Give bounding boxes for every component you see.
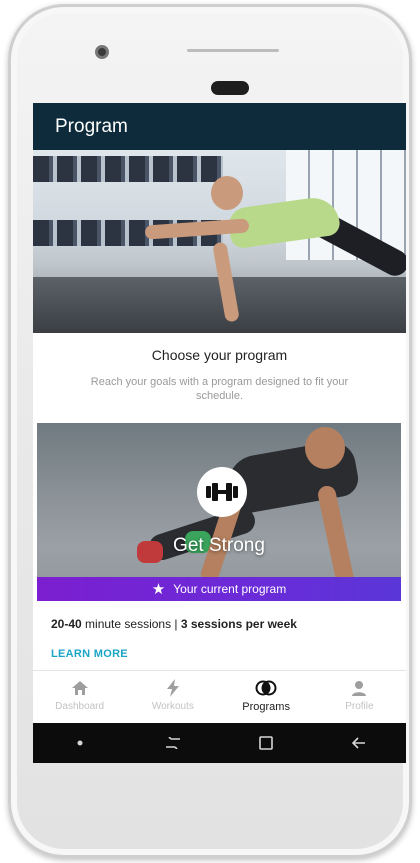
nav-label-programs: Programs [242, 700, 290, 713]
nav-label-workouts: Workouts [151, 701, 194, 712]
nav-label-dashboard: Dashboard [55, 701, 105, 712]
earpiece [211, 81, 249, 95]
program-title: Get Strong [173, 535, 265, 556]
home-square-icon[interactable] [246, 723, 286, 763]
person-icon [351, 679, 367, 697]
program-details: 20-40 minute sessions | 3 sessions per w… [51, 617, 297, 631]
system-nav-bar [33, 723, 406, 763]
recent-apps-icon[interactable] [153, 723, 193, 763]
nav-label-profile: Profile [345, 701, 374, 712]
nav-item-programs[interactable]: Programs [226, 679, 306, 713]
nav-item-profile[interactable]: Profile [319, 679, 399, 712]
current-program-banner: ★ Your current program [37, 577, 401, 601]
top-speaker-line [187, 49, 279, 52]
current-program-label: Your current program [173, 582, 287, 596]
athlete-head [305, 427, 345, 469]
back-arrow-icon[interactable] [339, 723, 379, 763]
session-minutes: 20-40 [51, 617, 82, 631]
programs-icon [255, 679, 277, 697]
sessions-per-week: 3 sessions per week [180, 617, 297, 631]
choose-program-subtitle: Reach your goals with a program designed… [90, 376, 349, 402]
nav-item-dashboard[interactable]: Dashboard [40, 679, 120, 712]
session-minutes-suffix: minute sessions | [81, 617, 181, 631]
app-bar: Program [33, 103, 406, 150]
bottom-nav: Dashboard Workouts Programs Profile [33, 670, 406, 720]
home-icon [71, 679, 89, 697]
dumbbell-icon [197, 467, 247, 517]
star-icon: ★ [151, 580, 166, 598]
page-title: Program [55, 115, 128, 137]
learn-more-link[interactable]: LEARN MORE [51, 648, 128, 660]
nav-item-workouts[interactable]: Workouts [133, 679, 213, 712]
athlete-head [211, 176, 243, 210]
choose-program-title: Choose your program [151, 347, 288, 363]
program-card-get-strong[interactable]: Get Strong ★ Your current program [37, 423, 401, 601]
front-camera [95, 45, 109, 59]
lightning-icon [166, 679, 180, 697]
hero-image [33, 150, 406, 333]
app-screen: Program Choose your program Reach your g… [33, 103, 406, 763]
dumbbell-rack [33, 156, 223, 182]
dot-icon[interactable] [60, 723, 100, 763]
